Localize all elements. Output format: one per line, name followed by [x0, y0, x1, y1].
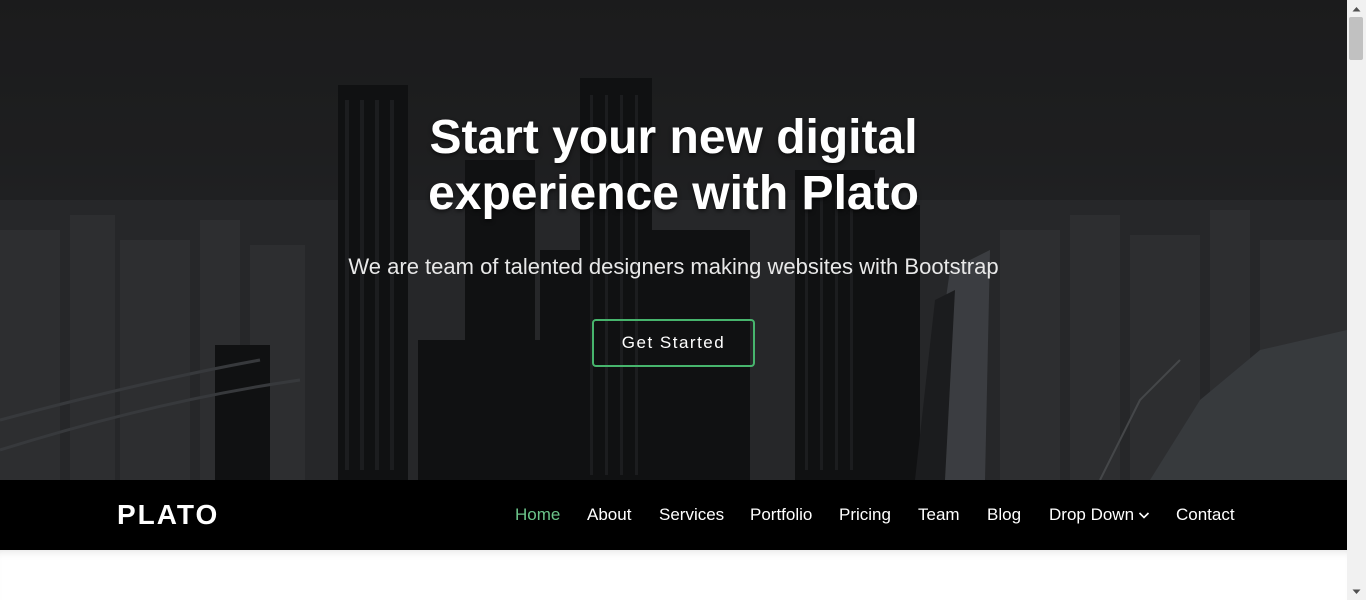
hero-title-line-1: Start your new digital [429, 111, 918, 164]
hero-subtitle: We are team of talented designers making… [348, 254, 999, 279]
page-content-area [0, 550, 1347, 600]
nav-item-home[interactable]: Home [515, 504, 560, 526]
nav-item-contact[interactable]: Contact [1176, 504, 1235, 526]
site-logo[interactable]: PLATO [117, 499, 219, 531]
navbar: PLATO Home About Services Portfolio Pric… [0, 480, 1347, 550]
chevron-down-icon [1138, 512, 1150, 519]
nav-item-dropdown-label: Drop Down [1049, 505, 1135, 524]
scrollbar-thumb[interactable] [1349, 17, 1363, 60]
nav-item-blog[interactable]: Blog [987, 504, 1021, 526]
nav-item-team[interactable]: Team [918, 504, 960, 526]
nav-item-portfolio[interactable]: Portfolio [750, 504, 812, 526]
scroll-down-arrow-icon[interactable] [1347, 583, 1366, 600]
scroll-up-arrow-icon[interactable] [1347, 0, 1366, 17]
hero-content: Start your new digital experience with P… [0, 0, 1347, 480]
nav-item-about[interactable]: About [587, 504, 631, 526]
nav-item-services[interactable]: Services [659, 504, 724, 526]
nav-item-pricing[interactable]: Pricing [839, 504, 891, 526]
hero-title: Start your new digital experience with P… [0, 110, 1347, 222]
hero-title-line-2: experience with Plato [428, 167, 919, 220]
nav-item-dropdown[interactable]: Drop Down [1049, 504, 1150, 526]
hero-section: Start your new digital experience with P… [0, 0, 1347, 480]
get-started-button[interactable]: Get Started [592, 319, 755, 367]
vertical-scrollbar[interactable] [1347, 0, 1366, 600]
